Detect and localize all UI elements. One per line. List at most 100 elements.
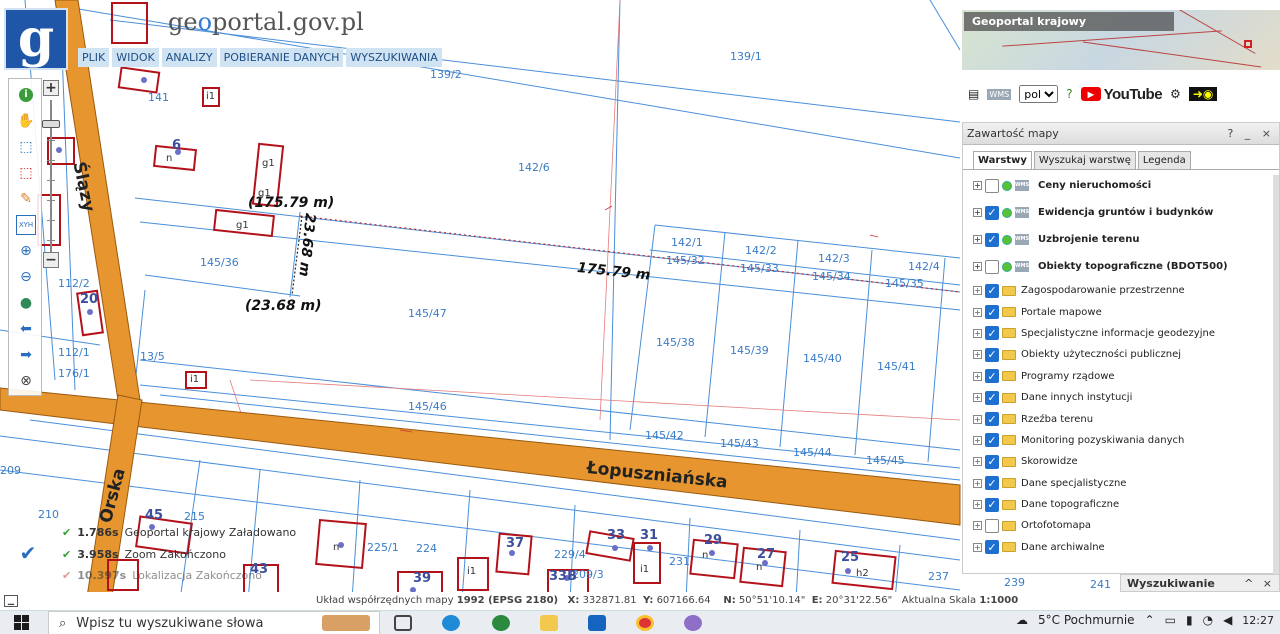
layer-checkbox[interactable]: ✓ xyxy=(985,205,999,220)
layer-checkbox[interactable]: ✓ xyxy=(985,305,999,320)
layer-checkbox[interactable]: ✓ xyxy=(985,454,999,469)
menu-widok[interactable]: WIDOK xyxy=(112,48,159,67)
expand-icon[interactable]: + xyxy=(973,286,982,296)
minimize-panel-icon[interactable]: ▁ xyxy=(4,595,18,607)
menu-pobieranie-danych[interactable]: POBIERANIE DANYCH xyxy=(219,48,344,67)
battery-icon[interactable]: ▮ xyxy=(1186,613,1193,627)
layer-row[interactable]: + Ortofotomapa xyxy=(973,515,1279,536)
layer-checkbox[interactable]: ✓ xyxy=(985,433,999,448)
tab-legenda[interactable]: Legenda xyxy=(1137,151,1191,169)
edge-icon[interactable] xyxy=(442,615,460,631)
xyh-icon[interactable]: XYH xyxy=(16,215,36,235)
expand-icon[interactable]: + xyxy=(973,478,982,488)
zoom-in-icon[interactable]: ⊕ xyxy=(16,241,36,261)
file-explorer-icon[interactable] xyxy=(540,615,558,631)
layer-row[interactable]: + ✓ Specjalistyczne informacje geodezyjne xyxy=(973,323,1279,344)
layer-checkbox[interactable]: ✓ xyxy=(985,412,999,427)
menu-wyszukiwania[interactable]: WYSZUKIWANIA xyxy=(346,48,442,67)
layer-checkbox[interactable]: ✓ xyxy=(985,326,999,341)
zoom-slider-handle[interactable] xyxy=(42,120,60,128)
windows-start-icon[interactable] xyxy=(0,611,42,634)
search-panel-header[interactable]: Wyszukiwanie ^ × xyxy=(1120,574,1280,592)
table-icon[interactable]: ▤ xyxy=(968,87,979,101)
layer-scrollbar[interactable] xyxy=(1273,175,1279,575)
expand-icon[interactable]: + xyxy=(973,350,982,360)
weather-text[interactable]: 5°C Pochmurnie xyxy=(1038,613,1135,627)
layer-row[interactable]: + ✓ Dane specjalistyczne xyxy=(973,473,1279,494)
expand-icon[interactable]: + xyxy=(973,414,982,424)
tab-warstwy[interactable]: Warstwy xyxy=(973,151,1032,169)
layer-row[interactable]: + ✓ Rzeźba terenu xyxy=(973,408,1279,429)
globe-icon[interactable]: ● xyxy=(16,293,36,313)
tray-chevron-icon[interactable]: ⌃ xyxy=(1145,613,1155,627)
layer-checkbox[interactable] xyxy=(985,178,999,193)
layer-row[interactable]: + ✓ Dane innych instytucji xyxy=(973,387,1279,408)
layer-row[interactable]: + ✓ Zagospodarowanie przestrzenne xyxy=(973,280,1279,301)
expand-icon[interactable]: + xyxy=(973,371,982,381)
chrome-icon[interactable] xyxy=(636,615,654,631)
paint-icon[interactable] xyxy=(684,615,702,631)
weather-icon[interactable]: ☁ xyxy=(1016,613,1028,627)
zoom-slider[interactable]: + − xyxy=(38,80,64,270)
layer-checkbox[interactable]: ✓ xyxy=(985,232,999,247)
outlook-icon[interactable] xyxy=(588,615,606,631)
info-icon[interactable]: i xyxy=(16,85,36,105)
forward-arrow-icon[interactable]: ➡ xyxy=(16,345,36,365)
youtube-link[interactable]: ▶ YouTube xyxy=(1080,86,1163,103)
menu-analizy[interactable]: ANALIZY xyxy=(161,48,217,67)
select-rect-icon[interactable]: ⬚ xyxy=(16,137,36,157)
layer-row[interactable]: + ✓ Dane archiwalne xyxy=(973,537,1279,558)
expand-icon[interactable]: + xyxy=(973,307,982,317)
help-icon[interactable]: ? xyxy=(1066,87,1072,101)
deselect-icon[interactable]: ⬚ xyxy=(16,163,36,183)
expand-icon[interactable]: + xyxy=(973,542,982,552)
expand-icon[interactable]: + xyxy=(973,500,982,510)
chrome-app-icon[interactable] xyxy=(492,615,510,631)
layer-row[interactable]: + ✓ WMS Ewidencja gruntów i budynków xyxy=(973,199,1279,226)
layer-row[interactable]: + ✓ Programy rządowe xyxy=(973,366,1279,387)
wifi-icon[interactable]: ◔ xyxy=(1203,613,1213,627)
expand-icon[interactable]: + xyxy=(973,328,982,338)
layer-checkbox[interactable]: ✓ xyxy=(985,540,999,555)
layer-checkbox[interactable] xyxy=(985,518,999,533)
layer-checkbox[interactable]: ✓ xyxy=(985,283,999,298)
tab-wyszukaj-warstwe[interactable]: Wyszukaj warstwę xyxy=(1033,151,1136,169)
accessibility-icon[interactable]: ⚙ xyxy=(1170,87,1181,101)
layer-row[interactable]: + ✓ Skorowidze xyxy=(973,451,1279,472)
zoom-plus-button[interactable]: + xyxy=(43,80,59,96)
expand-icon[interactable]: + xyxy=(973,208,982,217)
expand-icon[interactable]: + xyxy=(973,181,982,190)
layer-checkbox[interactable]: ✓ xyxy=(985,497,999,512)
network-icon[interactable]: ▭ xyxy=(1165,613,1176,627)
overview-map[interactable]: Geoportal krajowy xyxy=(962,10,1280,70)
layer-row[interactable]: + ✓ Monitoring pozyskiwania danych xyxy=(973,430,1279,451)
layer-checkbox[interactable]: ✓ xyxy=(985,476,999,491)
layer-checkbox[interactable] xyxy=(985,259,999,274)
layer-row[interactable]: + ✓ WMS Uzbrojenie terenu xyxy=(973,226,1279,253)
zoom-minus-button[interactable]: − xyxy=(43,252,59,268)
expand-icon[interactable]: + xyxy=(973,262,982,271)
language-select[interactable]: pol xyxy=(1019,85,1059,103)
volume-icon[interactable]: ◀ xyxy=(1223,613,1232,627)
expand-icon[interactable]: + xyxy=(973,457,982,467)
clock[interactable]: 12:27 xyxy=(1242,614,1274,627)
zoom-out-icon[interactable]: ⊖ xyxy=(16,267,36,287)
layer-row[interactable]: + ✓ Dane topograficzne xyxy=(973,494,1279,515)
expand-icon[interactable]: + xyxy=(973,521,982,531)
layer-row[interactable]: + ✓ Obiekty użyteczności publicznej xyxy=(973,344,1279,365)
menu-plik[interactable]: PLIK xyxy=(78,48,110,67)
wms-icon[interactable]: WMS xyxy=(987,88,1012,100)
contrast-icon[interactable]: ➜◉ xyxy=(1188,87,1218,101)
layer-checkbox[interactable]: ✓ xyxy=(985,347,999,362)
full-extent-icon[interactable]: ⊗ xyxy=(16,371,36,391)
layer-checkbox[interactable]: ✓ xyxy=(985,390,999,405)
layer-row[interactable]: + ✓ Portale mapowe xyxy=(973,301,1279,322)
geoportal-logo[interactable]: g xyxy=(4,8,68,70)
layer-row[interactable]: + WMS Ceny nieruchomości xyxy=(973,172,1279,199)
pencil-icon[interactable]: ✎ xyxy=(16,189,36,209)
search-panel-controls[interactable]: ^ × xyxy=(1244,577,1275,590)
expand-icon[interactable]: + xyxy=(973,435,982,445)
pan-hand-icon[interactable]: ✋ xyxy=(16,111,36,131)
expand-icon[interactable]: + xyxy=(973,235,982,244)
expand-icon[interactable]: + xyxy=(973,393,982,403)
